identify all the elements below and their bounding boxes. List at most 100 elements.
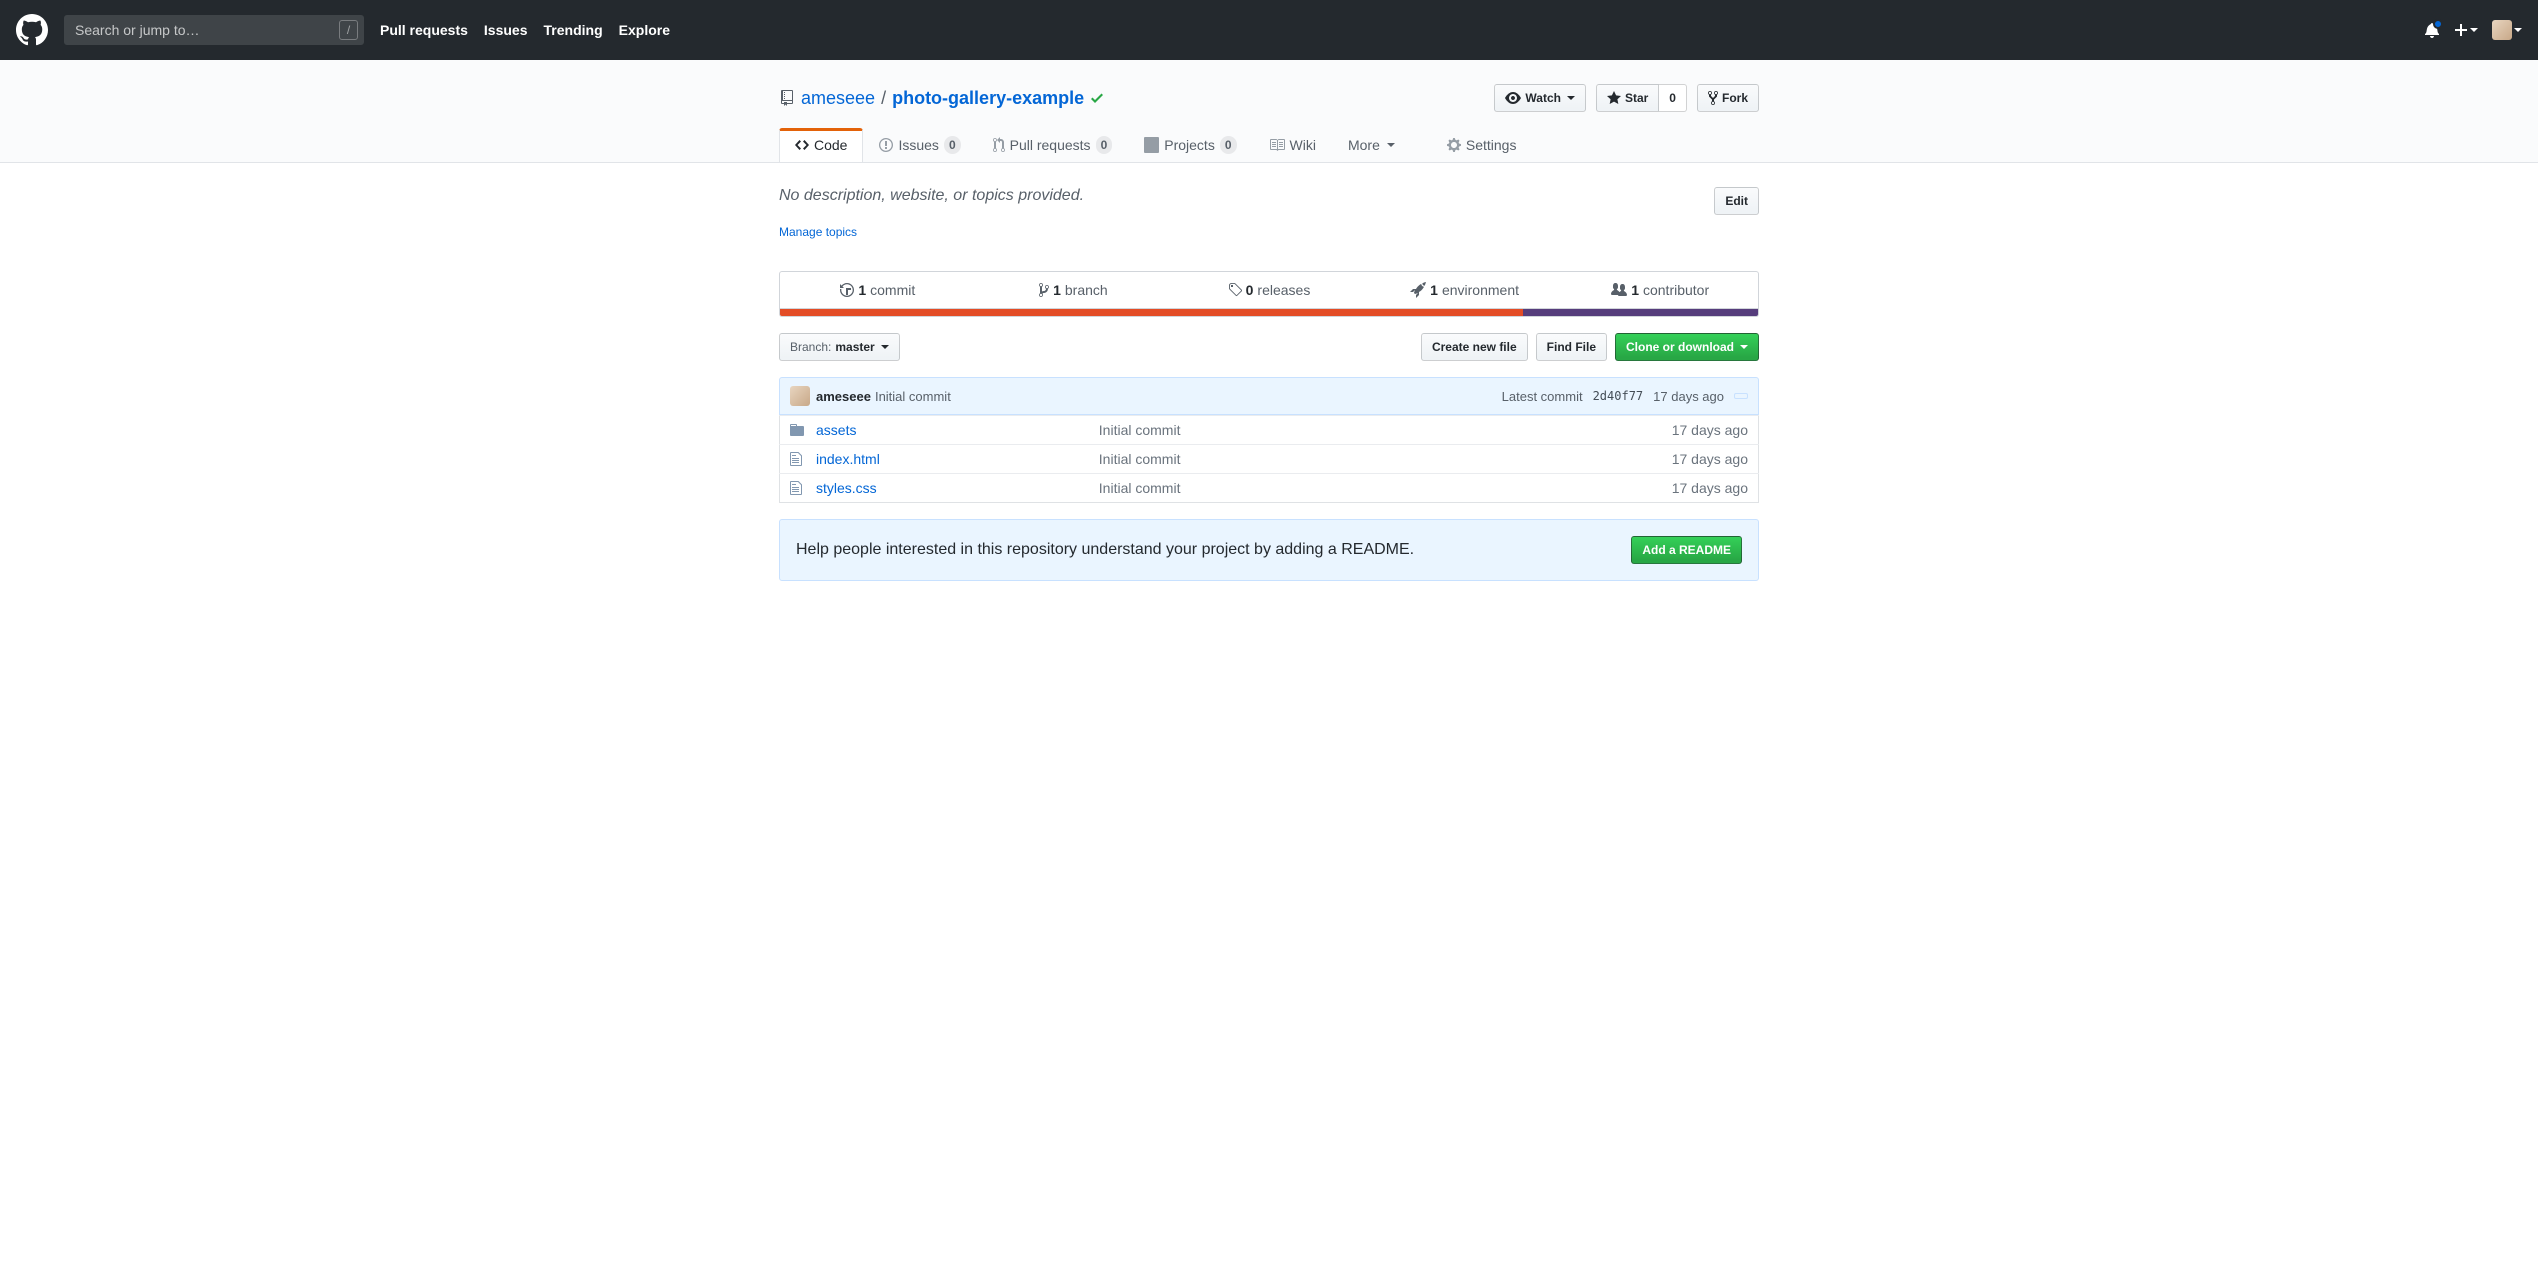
repo-actions: Watch Star 0 Fork [1494,84,1759,112]
tab-code[interactable]: Code [779,128,863,162]
stat-releases[interactable]: 0 releases [1171,272,1367,308]
rocket-icon [1410,282,1426,298]
check-icon [1090,90,1104,106]
repo-main: No description, website, or topics provi… [763,163,1775,581]
tab-projects[interactable]: Projects 0 [1128,128,1252,162]
create-new-dropdown[interactable] [2454,22,2478,38]
file-link[interactable]: assets [816,422,856,438]
tab-more[interactable]: More [1332,128,1411,162]
fork-button[interactable]: Fork [1697,84,1759,112]
watch-label: Watch [1525,88,1561,108]
tab-pulls[interactable]: Pull requests 0 [977,128,1129,162]
file-commit-msg[interactable]: Initial commit [1089,416,1432,445]
issue-icon [879,137,893,153]
latest-commit-label: Latest commit [1502,389,1583,404]
code-icon [795,137,809,153]
add-readme-button[interactable]: Add a README [1631,536,1742,564]
file-link[interactable]: index.html [816,451,880,467]
commit-author[interactable]: ameseee [816,389,871,404]
contrib-count: 1 [1631,282,1639,298]
header-right [2424,20,2522,40]
releases-count: 0 [1246,282,1254,298]
notifications-button[interactable] [2424,22,2440,38]
branch-select-button[interactable]: Branch: master [779,333,900,361]
file-link[interactable]: styles.css [816,480,877,496]
watch-button[interactable]: Watch [1494,84,1586,112]
repo-owner-link[interactable]: ameseee [801,88,875,109]
tab-settings[interactable]: Settings [1431,128,1533,162]
clone-download-button[interactable]: Clone or download [1615,333,1759,361]
branch-icon [1039,282,1049,298]
releases-label: releases [1257,282,1310,298]
edit-description-button[interactable]: Edit [1714,187,1759,215]
nav-trending[interactable]: Trending [544,22,603,38]
manage-topics-link[interactable]: Manage topics [779,225,857,239]
file-age: 17 days ago [1432,416,1759,445]
nav-explore[interactable]: Explore [619,22,670,38]
commit-message[interactable]: Initial commit [875,389,951,404]
create-new-file-button[interactable]: Create new file [1421,333,1528,361]
chevron-down-icon [881,345,889,349]
file-commit-msg[interactable]: Initial commit [1089,445,1432,474]
tab-wiki[interactable]: Wiki [1253,128,1332,162]
author-avatar[interactable] [790,386,810,406]
find-file-button[interactable]: Find File [1536,333,1607,361]
fork-label: Fork [1722,88,1748,108]
notification-indicator [2433,19,2443,29]
nav-pulls[interactable]: Pull requests [380,22,468,38]
stat-environments[interactable]: 1 environment [1367,272,1563,308]
avatar [2492,20,2512,40]
tab-wiki-label: Wiki [1290,137,1316,153]
language-bar[interactable] [779,309,1759,317]
tab-code-label: Code [814,137,847,153]
file-tree: assets Initial commit17 days ago index.htm… [779,415,1759,503]
commit-age: 17 days ago [1653,389,1724,404]
pull-request-icon [993,137,1005,153]
book-icon [1269,137,1285,153]
github-logo[interactable] [16,14,48,46]
projects-count: 0 [1220,136,1237,154]
stat-commits[interactable]: 1 commit [780,272,976,308]
commits-label: commit [870,282,915,298]
header-nav: Pull requests Issues Trending Explore [380,22,670,38]
star-icon [1607,90,1621,106]
file-name-cell: styles.css [806,474,1089,503]
stat-contributors[interactable]: 1 contributor [1562,272,1758,308]
lang-segment [780,309,1523,316]
file-name-cell: index.html [806,445,1089,474]
nav-issues[interactable]: Issues [484,22,528,38]
branches-count: 1 [1053,282,1061,298]
repo-title: ameseee / photo-gallery-example [779,88,1104,109]
repo-stats: 1 commit 1 branch 0 releases 1 environme… [779,271,1759,309]
star-group: Star 0 [1596,84,1687,112]
star-button[interactable]: Star [1596,84,1659,112]
lang-segment [1523,309,1758,316]
repo-icon [779,90,795,106]
commit-meta: Latest commit 2d40f77 17 days ago [1502,389,1748,404]
tab-issues[interactable]: Issues 0 [863,128,976,162]
file-name-cell: assets [806,416,1089,445]
chevron-down-icon [1387,143,1395,147]
user-menu[interactable] [2492,20,2522,40]
ellipsis-icon[interactable] [1734,393,1748,399]
search-input[interactable] [64,15,364,45]
tab-more-label: More [1348,137,1380,153]
star-count[interactable]: 0 [1659,84,1687,112]
readme-prompt-text: Help people interested in this repositor… [796,541,1414,559]
file-commit-msg[interactable]: Initial commit [1089,474,1432,503]
issues-count: 0 [944,136,961,154]
stat-branches[interactable]: 1 branch [976,272,1172,308]
file-icon [780,474,807,503]
folder-icon [780,416,807,445]
clone-label: Clone or download [1626,337,1734,357]
star-label: Star [1625,88,1648,108]
file-icon [780,445,807,474]
file-nav-right: Create new file Find File Clone or downl… [1421,333,1759,361]
tag-icon [1228,282,1242,298]
repo-name-link[interactable]: photo-gallery-example [892,88,1084,109]
file-row: styles.cssInitial commit17 days ago [780,474,1759,503]
contrib-label: contributor [1643,282,1709,298]
commit-sha[interactable]: 2d40f77 [1593,389,1644,403]
gear-icon [1447,137,1461,153]
file-age: 17 days ago [1432,445,1759,474]
